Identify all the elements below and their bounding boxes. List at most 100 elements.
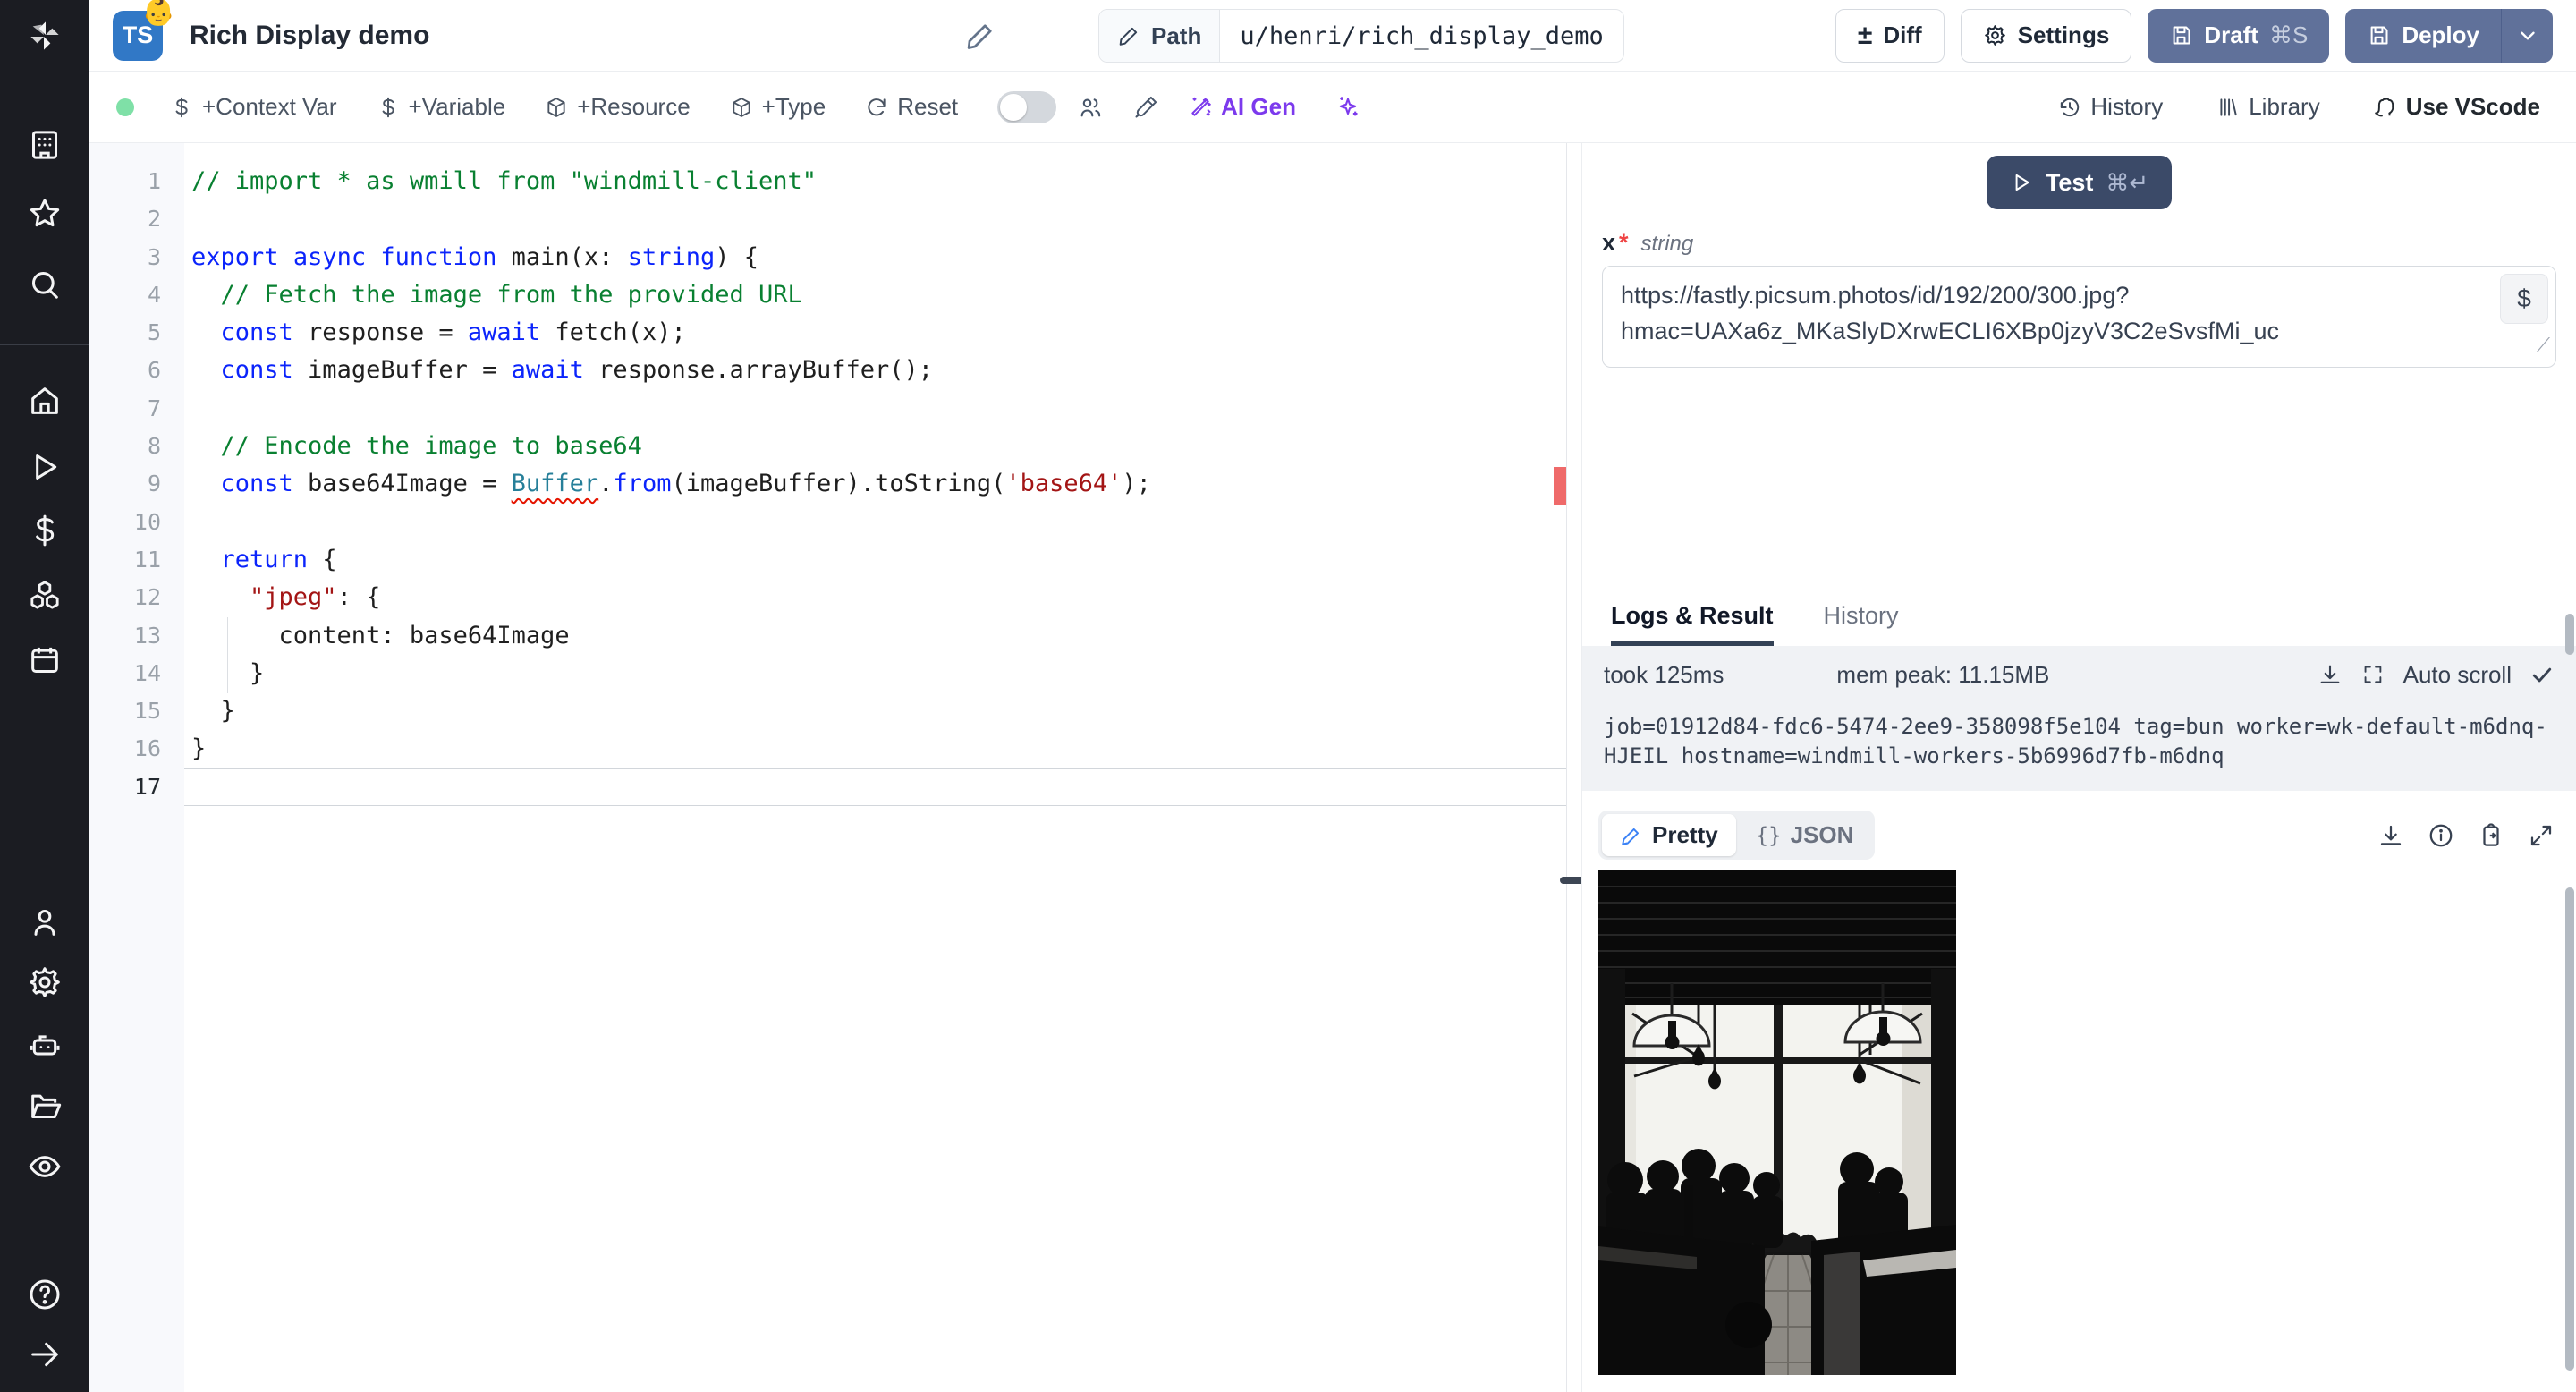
code-line[interactable]: const base64Image = Buffer.from(imageBuf…	[184, 465, 1566, 503]
multiplayer-toggle[interactable]	[997, 90, 1057, 123]
workers-bot-icon[interactable]	[25, 1025, 64, 1065]
code-line[interactable]	[184, 200, 1566, 238]
settings-gear-icon[interactable]	[25, 963, 64, 1002]
line-number: 17	[133, 773, 161, 800]
save-icon	[2370, 26, 2388, 45]
logs-scrollbar-thumb[interactable]	[2565, 614, 2574, 655]
multiplayer-users-icon[interactable]	[1078, 95, 1103, 120]
add-type-button[interactable]: +Type	[730, 93, 826, 121]
reset-button[interactable]: Reset	[865, 93, 958, 121]
runs-play-icon[interactable]	[25, 447, 64, 487]
code-line[interactable]: }	[184, 692, 1566, 730]
resource-label: +Resource	[577, 93, 691, 120]
code-line[interactable]: return {	[184, 541, 1566, 579]
expand-sidebar-arrow-icon[interactable]	[25, 1335, 64, 1374]
windmill-logo-icon[interactable]	[25, 16, 64, 55]
expand-logs-icon[interactable]	[2360, 662, 2385, 687]
play-icon	[2015, 174, 2029, 191]
favorites-star-icon[interactable]	[25, 194, 64, 233]
diff-icon: ±	[1857, 20, 1873, 50]
code-editor[interactable]: 1 2 3 4 5 6 7 8 9 10 11 12 13 14 15 16 17 // import * as…	[89, 143, 1567, 1392]
github-cat-icon	[2374, 98, 2394, 116]
settings-button[interactable]: Settings	[1960, 8, 2132, 63]
expand-result-icon[interactable]	[2528, 822, 2555, 849]
pretty-view-button[interactable]: Pretty	[1602, 814, 1736, 856]
code-line[interactable]: export async function main(x: string) {	[184, 239, 1566, 276]
draft-shortcut: ⌘S	[2268, 21, 2309, 48]
code-line[interactable]: }	[184, 655, 1566, 692]
home-icon[interactable]	[25, 381, 64, 420]
code-line[interactable]: const response = await fetch(x);	[184, 314, 1566, 352]
history-button[interactable]: History	[2058, 93, 2163, 121]
deploy-dropdown-caret[interactable]	[2501, 8, 2553, 63]
tab-logs-result[interactable]: Logs & Result	[1611, 590, 1774, 646]
variables-dollar-icon[interactable]	[25, 511, 64, 550]
result-toolbar: Pretty {} JSON	[1582, 811, 2576, 860]
edit-title-pencil-icon[interactable]	[964, 20, 996, 52]
deploy-button[interactable]: Deploy	[2345, 8, 2553, 63]
textarea-resize-handle[interactable]: ⟋	[2537, 327, 2550, 363]
path-value[interactable]: u/henri/rich_display_demo	[1220, 10, 1623, 62]
use-vscode-button[interactable]: Use VScode	[2374, 93, 2540, 121]
insert-variable-dollar-button[interactable]: $	[2500, 274, 2548, 324]
download-logs-icon[interactable]	[2318, 662, 2343, 687]
code-line[interactable]: }	[184, 730, 1566, 768]
test-shortcut: ⌘↵	[2106, 168, 2149, 196]
test-run-button[interactable]: Test ⌘↵	[1986, 156, 2173, 209]
line-number: 2	[147, 206, 161, 233]
variable-label: +Variable	[408, 93, 506, 120]
code-line[interactable]: const imageBuffer = await response.array…	[184, 352, 1566, 389]
user-icon[interactable]	[25, 903, 64, 942]
draft-button[interactable]: Draft ⌘S	[2148, 8, 2330, 63]
diff-button[interactable]: ± Diff	[1835, 8, 1945, 63]
arg-x-input[interactable]: $ https://fastly.picsum.photos/id/192/20…	[1602, 266, 2556, 368]
ai-gen-button[interactable]: AI Gen	[1189, 93, 1296, 121]
editor-code-area[interactable]: // import * as wmill from "windmill-clie…	[184, 143, 1566, 1392]
path-widget[interactable]: Path u/henri/rich_display_demo	[1098, 9, 1624, 63]
code-line[interactable]: // import * as wmill from "windmill-clie…	[184, 163, 1566, 200]
pencil-icon	[1119, 27, 1138, 46]
info-icon[interactable]	[2428, 822, 2454, 849]
result-scrollbar-thumb[interactable]	[2565, 887, 2574, 1371]
deploy-main[interactable]: Deploy	[2345, 9, 2501, 63]
add-variable-button[interactable]: +Variable	[377, 93, 506, 121]
panel-splitter[interactable]	[1560, 143, 1589, 1392]
history-label: History	[2090, 93, 2164, 120]
json-view-button[interactable]: {} JSON	[1738, 814, 1872, 856]
code-line[interactable]	[184, 504, 1566, 541]
library-icon	[2220, 98, 2237, 116]
auto-scroll-label[interactable]: Auto scroll	[2403, 661, 2512, 689]
audit-eye-icon[interactable]	[25, 1147, 64, 1186]
code-line[interactable]: "jpeg": {	[184, 579, 1566, 616]
code-line[interactable]	[184, 768, 1566, 807]
sparkles-icon[interactable]	[1335, 95, 1360, 120]
typescript-badge: TS 👶	[113, 0, 175, 61]
download-result-icon[interactable]	[2377, 822, 2404, 849]
arg-name: x	[1602, 229, 1616, 256]
library-button[interactable]: Library	[2216, 93, 2320, 121]
tab-history[interactable]: History	[1824, 590, 1899, 646]
package-icon	[547, 97, 565, 117]
path-label: Path	[1151, 21, 1202, 49]
chevron-down-icon	[2520, 31, 2535, 39]
line-number: 3	[147, 243, 161, 270]
search-icon[interactable]	[25, 265, 64, 304]
log-output[interactable]: job=01912d84-fdc6-5474-2ee9-358098f5e104…	[1582, 703, 2576, 777]
resources-boxes-icon[interactable]	[25, 575, 64, 615]
help-icon[interactable]	[25, 1275, 64, 1314]
line-number: 5	[147, 319, 161, 346]
code-line[interactable]	[184, 390, 1566, 428]
schedules-calendar-icon[interactable]	[25, 641, 64, 680]
add-resource-button[interactable]: +Resource	[545, 93, 691, 121]
copy-clipboard-icon[interactable]	[2478, 822, 2504, 849]
path-label-section[interactable]: Path	[1099, 10, 1221, 62]
logs-panel: took 125ms mem peak: 11.15MB Auto scroll…	[1582, 646, 2576, 791]
format-brush-icon[interactable]	[1133, 95, 1158, 120]
argument-label: x * string	[1602, 229, 2576, 257]
add-context-var-button[interactable]: +Context Var	[170, 93, 337, 121]
folders-icon[interactable]	[25, 1086, 64, 1125]
code-line[interactable]: // Encode the image to base64	[184, 428, 1566, 465]
workspace-building-icon[interactable]	[25, 125, 64, 165]
code-line[interactable]: content: base64Image	[184, 617, 1566, 655]
code-line[interactable]: // Fetch the image from the provided URL	[184, 276, 1566, 314]
